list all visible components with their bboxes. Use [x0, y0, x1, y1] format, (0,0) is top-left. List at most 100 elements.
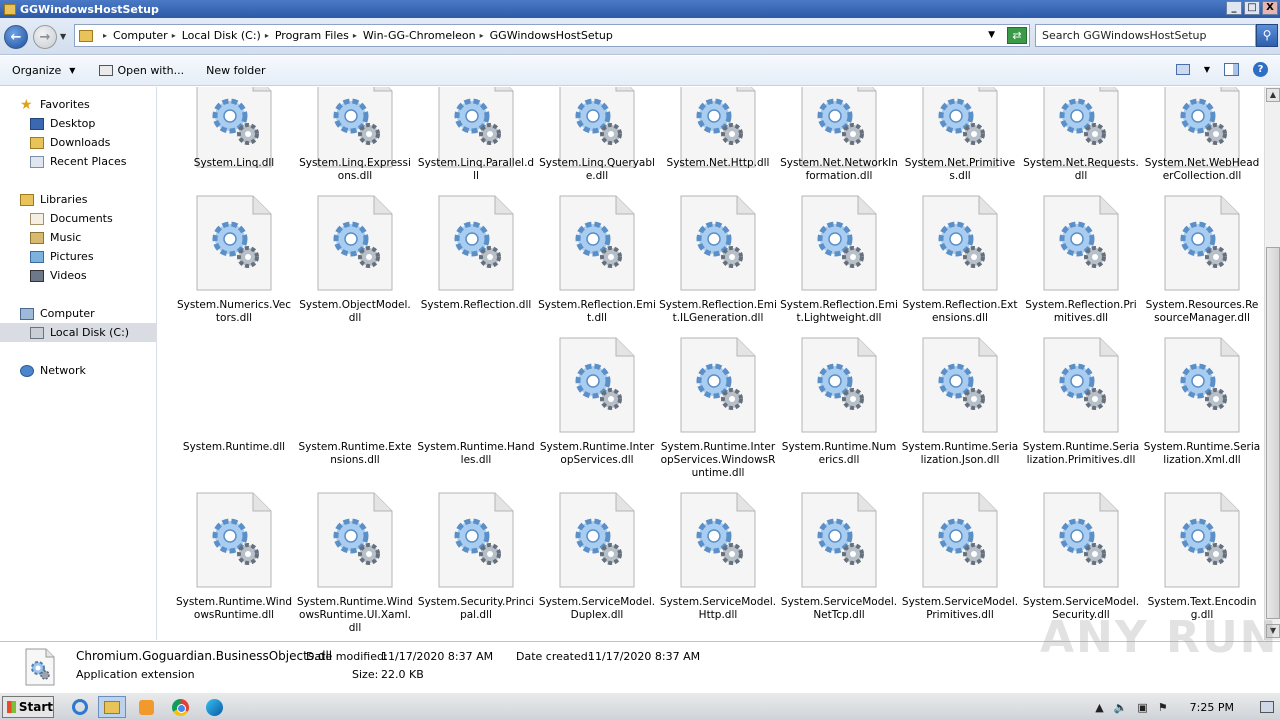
start-button[interactable]: Start [2, 696, 54, 718]
scroll-up-button[interactable]: ▲ [1266, 88, 1280, 102]
dll-file-icon [680, 337, 756, 433]
chevron-right-icon[interactable]: ▸ [103, 31, 107, 40]
recent-places-icon [30, 155, 44, 168]
chevron-up-icon[interactable]: ▲ [1095, 701, 1103, 714]
nav-label: Music [50, 231, 82, 244]
organize-label: Organize [12, 64, 62, 77]
breadcrumb-item[interactable]: Computer [113, 29, 168, 42]
windows-explorer-icon [104, 700, 120, 714]
file-name-label: System.Net.WebHeaderCollection.dll [1144, 157, 1260, 182]
system-tray: ▲ 🔈 ▣ ⚑ 7:25 PM [1095, 695, 1280, 719]
dll-file-icon [922, 492, 998, 588]
nav-recent-places[interactable]: Recent Places [0, 152, 157, 171]
dll-file-icon [1043, 195, 1119, 291]
file-name-label: System.Reflection.Primitives.dll [1025, 299, 1137, 324]
taskbar-chrome[interactable] [166, 696, 194, 718]
dll-file-icon [25, 648, 55, 686]
nav-documents[interactable]: Documents [0, 209, 157, 228]
nav-network[interactable]: Network [0, 361, 157, 380]
edge-icon [205, 698, 223, 716]
new-folder-button[interactable]: New folder [206, 64, 265, 77]
favorites-group: ★ Favorites Desktop Downloads Recent Pla… [0, 95, 157, 171]
minimize-button[interactable]: _ [1226, 1, 1242, 15]
taskbar-windows-explorer[interactable] [98, 696, 126, 718]
breadcrumb-item[interactable]: Win-GG-Chromeleon [363, 29, 476, 42]
forward-button[interactable]: → [33, 25, 57, 49]
taskbar-media-player[interactable] [132, 696, 160, 718]
file-name-label: System.Net.Requests.dll [1023, 157, 1139, 182]
vertical-scrollbar[interactable]: ▲ ▼ [1264, 87, 1280, 640]
nav-label: Libraries [40, 193, 88, 206]
address-input[interactable]: ▸ Computer ▸ Local Disk (C:) ▸ Program F… [74, 24, 1030, 47]
nav-favorites[interactable]: ★ Favorites [0, 95, 157, 114]
folder-icon [79, 29, 93, 42]
file-name-label: System.Runtime.InteropServices.WindowsRu… [660, 441, 776, 479]
file-name-label: System.Linq.Parallel.dll [417, 157, 535, 182]
taskbar-internet-explorer[interactable] [66, 696, 94, 718]
scroll-thumb[interactable] [1266, 247, 1280, 619]
chevron-down-icon[interactable]: ▼ [988, 30, 995, 40]
taskbar-edge[interactable] [200, 696, 228, 718]
file-name-label: System.Runtime.dll [182, 441, 286, 453]
dll-file-icon [317, 492, 393, 588]
open-with-label: Open with... [117, 64, 185, 77]
chevron-down-icon: ▼ [69, 66, 76, 75]
file-name-label: System.Linq.dll [193, 157, 275, 169]
nav-label: Documents [50, 212, 113, 225]
nav-music[interactable]: Music [0, 228, 157, 247]
search-icon[interactable]: ⚲ [1256, 24, 1278, 47]
nav-local-disk[interactable]: Local Disk (C:) [0, 323, 157, 342]
clock[interactable]: 7:25 PM [1190, 701, 1234, 714]
dll-file-icon [801, 195, 877, 291]
computer-icon [20, 307, 34, 320]
nav-label: Computer [40, 307, 95, 320]
chevron-right-icon[interactable]: ▸ [353, 31, 357, 40]
open-with-button[interactable]: Open with... [87, 64, 184, 77]
back-button[interactable]: ← [4, 25, 28, 49]
local-disk-icon [30, 326, 44, 339]
chevron-down-icon[interactable]: ▼ [1204, 65, 1210, 74]
network-icon [20, 364, 34, 377]
volume-icon[interactable]: 🔈 [1114, 701, 1128, 714]
search-input[interactable]: Search GGWindowsHostSetup [1035, 24, 1256, 47]
nav-desktop[interactable]: Desktop [0, 114, 157, 133]
action-center-flag-icon[interactable]: ⚑ [1158, 701, 1168, 714]
nav-videos[interactable]: Videos [0, 266, 157, 285]
file-name-label: System.Runtime.Numerics.dll [781, 441, 897, 466]
file-name-label: System.Runtime.Handles.dll [417, 441, 535, 466]
maximize-button[interactable]: □ [1244, 1, 1260, 15]
chevron-right-icon[interactable]: ▸ [480, 31, 484, 40]
dll-file-icon [680, 87, 756, 168]
nav-label: Downloads [50, 136, 111, 149]
pictures-icon [30, 250, 44, 263]
file-name-label: System.Reflection.Emit.dll [538, 299, 656, 324]
preview-pane-icon[interactable] [1224, 63, 1239, 76]
chevron-right-icon[interactable]: ▸ [172, 31, 176, 40]
change-view-icon[interactable] [1175, 64, 1190, 75]
show-desktop-button[interactable] [1260, 701, 1274, 713]
file-name-label: System.Reflection.Extensions.dll [902, 299, 1018, 324]
dll-file-icon [559, 87, 635, 168]
help-icon[interactable]: ? [1253, 62, 1268, 77]
nav-downloads[interactable]: Downloads [0, 133, 157, 152]
breadcrumb-item[interactable]: Program Files [275, 29, 349, 42]
file-name-label: System.ServiceModel.Http.dll [659, 596, 777, 621]
dll-file-icon [317, 87, 393, 168]
details-created-value: 11/17/2020 8:37 AM [588, 650, 701, 663]
refresh-button[interactable]: ⇄ [1007, 27, 1027, 44]
recent-pages-dropdown[interactable]: ▼ [60, 32, 66, 41]
breadcrumb-item[interactable]: GGWindowsHostSetup [490, 29, 613, 42]
toolbar-right: ▼ ? [1175, 62, 1268, 77]
command-bar: Organize ▼ Open with... New folder ▼ ? [0, 56, 1280, 86]
nav-pictures[interactable]: Pictures [0, 247, 157, 266]
nav-libraries[interactable]: Libraries [0, 190, 157, 209]
network-group: Network [0, 361, 157, 380]
breadcrumb-item[interactable]: Local Disk (C:) [182, 29, 261, 42]
file-name-label: System.Net.Primitives.dll [904, 157, 1016, 182]
close-button[interactable]: X [1262, 1, 1278, 15]
organize-button[interactable]: Organize ▼ [12, 64, 75, 77]
file-name-label: System.Linq.Queryable.dll [539, 157, 655, 182]
nav-computer[interactable]: Computer [0, 304, 157, 323]
chevron-right-icon[interactable]: ▸ [265, 31, 269, 40]
network-tray-icon[interactable]: ▣ [1137, 701, 1147, 714]
